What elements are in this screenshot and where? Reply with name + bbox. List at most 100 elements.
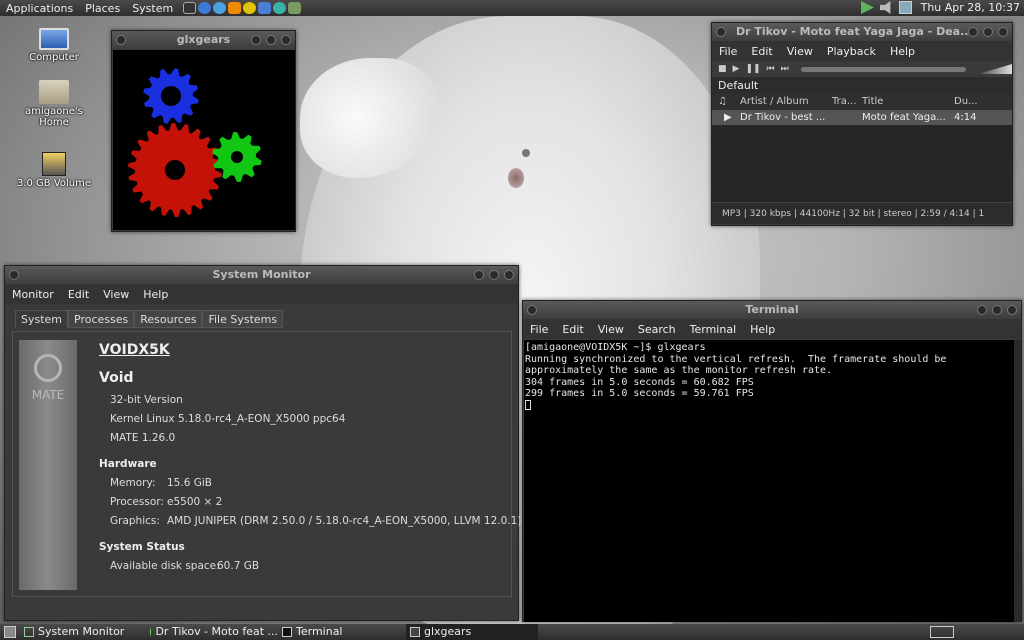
network-browser-icon[interactable] (213, 2, 227, 14)
seek-bar[interactable] (800, 66, 967, 72)
desktop-icon-home[interactable]: amigaone's Home (16, 80, 92, 128)
window-menu-button[interactable] (527, 305, 537, 315)
minimize-button[interactable] (977, 305, 987, 315)
window-menu-button[interactable] (716, 27, 726, 37)
terminal-icon (282, 627, 292, 637)
window-title: Terminal (745, 303, 799, 316)
close-button[interactable] (1007, 305, 1017, 315)
system-menu[interactable]: System (126, 2, 179, 15)
close-button[interactable] (281, 35, 291, 45)
play-icon[interactable]: ▶ (733, 64, 740, 74)
web-browser-icon[interactable] (198, 2, 212, 14)
edit-icon[interactable] (258, 2, 272, 14)
menu-help[interactable]: Help (883, 45, 922, 58)
music-player-icon (150, 627, 152, 637)
network-icon[interactable] (899, 1, 912, 14)
media-icon[interactable] (243, 2, 257, 14)
image-viewer-icon[interactable] (288, 2, 302, 14)
desktop-version: MATE 1.26.0 (110, 432, 176, 444)
system-monitor-tabs: System Processes Resources File Systems (15, 310, 518, 328)
volume-icon[interactable] (880, 1, 891, 14)
next-icon[interactable]: ⏭ (781, 64, 789, 74)
stop-icon[interactable]: ■ (718, 64, 727, 74)
applications-menu[interactable]: Applications (0, 2, 79, 15)
minimize-button[interactable] (968, 27, 978, 37)
playlist-header: ♫ Artist / Album Tra... Title Du... (712, 94, 1012, 110)
menu-search[interactable]: Search (631, 323, 683, 336)
workspace-switcher[interactable] (930, 626, 954, 638)
wallpaper-navel (508, 168, 524, 188)
places-menu[interactable]: Places (79, 2, 126, 15)
show-desktop-icon[interactable] (4, 626, 16, 638)
kernel-version: Kernel Linux 5.18.0-rc4_A-EON_X5000 ppc6… (110, 413, 346, 425)
menu-help[interactable]: Help (743, 323, 782, 336)
menu-view[interactable]: View (780, 45, 820, 58)
maximize-button[interactable] (266, 35, 276, 45)
menu-playback[interactable]: Playback (820, 45, 883, 58)
desktop-icon-volume[interactable]: 3.0 GB Volume (16, 152, 92, 189)
minimize-button[interactable] (474, 270, 484, 280)
system-monitor-titlebar[interactable]: System Monitor (5, 266, 518, 284)
playlist-tab[interactable]: Default (712, 77, 1012, 94)
menu-edit[interactable]: Edit (555, 323, 590, 336)
column-artist[interactable]: Artist / Album (740, 94, 832, 110)
window-title: Dr Tikov - Moto feat Yaga Jaga - Dea... (736, 25, 973, 38)
maximize-button[interactable] (992, 305, 1002, 315)
menu-edit[interactable]: Edit (61, 288, 96, 301)
minimize-button[interactable] (251, 35, 261, 45)
pause-icon[interactable]: ❚❚ (745, 64, 760, 74)
playlist: ♫ Artist / Album Tra... Title Du... ▶ Dr… (712, 94, 1012, 202)
system-status-heading: System Status (99, 541, 185, 553)
menu-help[interactable]: Help (136, 288, 175, 301)
vlc-icon[interactable] (228, 2, 242, 14)
window-menu-button[interactable] (9, 270, 19, 280)
column-status[interactable]: ♫ (712, 94, 740, 110)
system-monitor-menubar: Monitor Edit View Help (5, 284, 518, 304)
taskbar-item-terminal[interactable]: Terminal (278, 624, 406, 640)
maximize-button[interactable] (983, 27, 993, 37)
terminal-scrollbar[interactable] (1014, 340, 1021, 622)
column-title[interactable]: Title (862, 94, 954, 110)
menu-view[interactable]: View (96, 288, 136, 301)
maximize-button[interactable] (489, 270, 499, 280)
table-row[interactable]: ▶ Dr Tikov - best ... Moto feat Yaga... … (712, 110, 1012, 125)
taskbar-item-system-monitor[interactable]: System Monitor (20, 624, 146, 640)
taskbar-item-music-player[interactable]: Dr Tikov - Moto feat ... (146, 624, 278, 640)
desktop-icon-computer[interactable]: Computer (16, 28, 92, 63)
playback-controls: ■ ▶ ❚❚ ⏮ ⏭ (712, 61, 1012, 77)
processor-label: Processor: (110, 496, 164, 508)
clock[interactable]: Thu Apr 28, 10:37 (921, 1, 1020, 14)
tab-processes[interactable]: Processes (68, 310, 135, 328)
menu-view[interactable]: View (591, 323, 631, 336)
close-button[interactable] (504, 270, 514, 280)
menu-file[interactable]: File (712, 45, 744, 58)
terminal-titlebar[interactable]: Terminal (523, 301, 1021, 319)
text-cursor (525, 399, 531, 410)
terminal-line: Running synchronized to the vertical ref… (525, 353, 947, 365)
computer-icon (39, 28, 69, 50)
terminal-launcher-icon[interactable] (183, 2, 197, 14)
drive-icon (42, 152, 66, 176)
music-player-titlebar[interactable]: Dr Tikov - Moto feat Yaga Jaga - Dea... (712, 23, 1012, 41)
taskbar-item-glxgears[interactable]: glxgears (406, 624, 538, 640)
column-duration[interactable]: Du... (954, 94, 994, 110)
previous-icon[interactable]: ⏮ (767, 64, 775, 74)
terminal-output[interactable]: [amigaone@VOIDX5K ~]$ glxgears Running s… (524, 340, 1014, 622)
glxgears-titlebar[interactable]: glxgears (112, 31, 295, 49)
window-menu-button[interactable] (116, 35, 126, 45)
tab-resources[interactable]: Resources (134, 310, 203, 328)
tab-file-systems[interactable]: File Systems (202, 310, 284, 328)
terminal-line: 299 frames in 5.0 seconds = 59.761 FPS (525, 388, 754, 400)
disk-space-value: 60.7 GB (217, 560, 260, 572)
gears-graphic (128, 68, 262, 217)
menu-monitor[interactable]: Monitor (5, 288, 61, 301)
tab-system[interactable]: System (15, 310, 69, 328)
menu-terminal[interactable]: Terminal (683, 323, 744, 336)
globe-icon[interactable] (273, 2, 287, 14)
volume-slider[interactable] (978, 64, 1012, 74)
play-status-icon[interactable] (861, 1, 874, 14)
column-track[interactable]: Tra... (832, 94, 862, 110)
menu-file[interactable]: File (523, 323, 555, 336)
menu-edit[interactable]: Edit (744, 45, 779, 58)
close-button[interactable] (998, 27, 1008, 37)
